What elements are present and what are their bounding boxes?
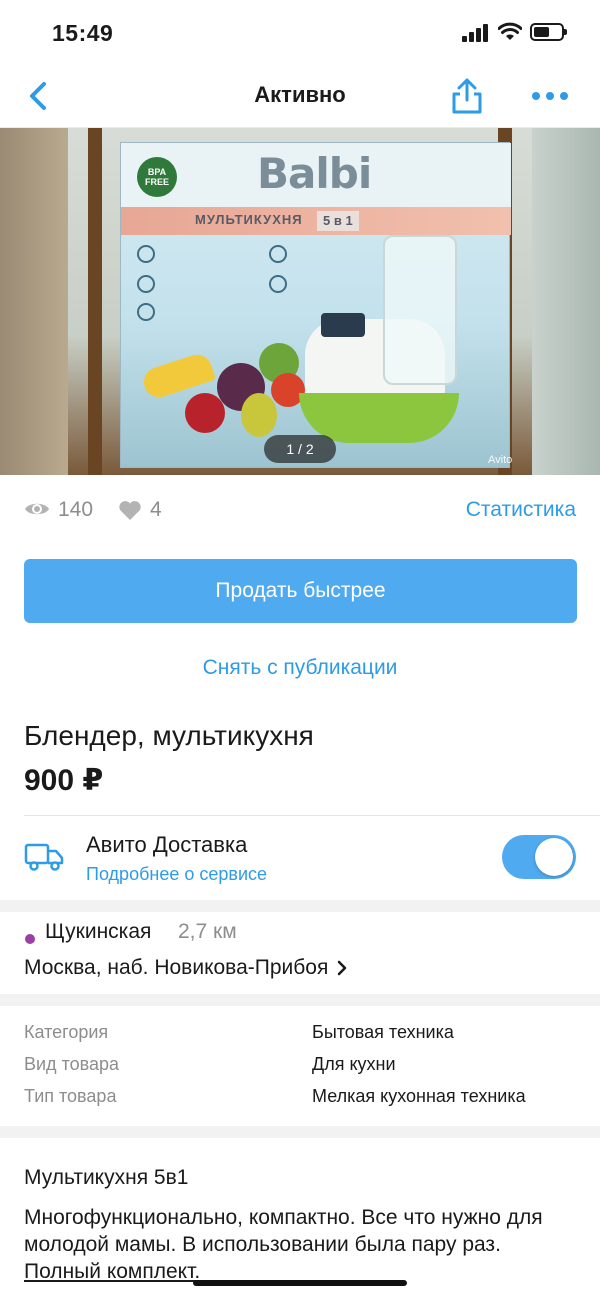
product-photo: BPA FREE Balbi МУЛЬТИКУХНЯ 5 в 1: [68, 128, 532, 475]
section-separator: [0, 994, 600, 1006]
address-text: Москва, наб. Новикова-Прибоя: [24, 956, 329, 979]
gallery-prev-photo: [0, 128, 68, 475]
description-section: Мультикухня 5в1 Многофункционально, комп…: [0, 1138, 600, 1298]
statistics-link[interactable]: Статистика: [466, 498, 576, 522]
param-row: Тип товара Мелкая кухонная техника: [0, 1080, 600, 1112]
gallery-counter: 1 / 2: [264, 435, 336, 463]
bpa-badge: BPA FREE: [137, 157, 177, 197]
item-title: Блендер, мультикухня: [24, 720, 314, 751]
section-separator: [0, 1126, 600, 1138]
param-row: Вид товара Для кухни: [0, 1048, 600, 1080]
product-box-image: BPA FREE Balbi МУЛЬТИКУХНЯ 5 в 1: [120, 142, 511, 468]
more-icon[interactable]: [530, 90, 570, 102]
gallery-next-photo: [532, 128, 600, 475]
param-value: Бытовая техника: [312, 1022, 454, 1042]
delivery-toggle[interactable]: [502, 835, 576, 879]
chevron-right-icon: [338, 960, 347, 976]
delivery-info-link[interactable]: Подробнее о сервисе: [86, 864, 267, 885]
unpublish-link[interactable]: Снять с публикации: [0, 656, 600, 680]
page-title: Активно: [254, 82, 346, 107]
battery-icon: [530, 23, 567, 41]
param-value: Для кухни: [312, 1054, 396, 1074]
wifi-icon: [498, 22, 522, 40]
stats-row: 140 4 Статистика: [0, 490, 600, 530]
share-icon[interactable]: [448, 76, 486, 116]
favorites-count: 4: [150, 498, 162, 521]
param-label: Вид товара: [24, 1054, 120, 1074]
nav-bar: Активно: [0, 64, 600, 128]
param-label: Тип товара: [24, 1086, 117, 1106]
delivery-title: Авито Доставка: [86, 832, 248, 857]
param-row: Категория Бытовая техника: [0, 1016, 600, 1048]
address-link[interactable]: Москва, наб. Новикова-Прибоя: [24, 956, 348, 980]
metro-line-dot: [25, 934, 35, 944]
status-bar: 15:49: [0, 0, 600, 64]
location-section: Щукинская 2,7 км Москва, наб. Новикова-П…: [0, 912, 600, 994]
description-body: Многофункционально, компактно. Все что н…: [24, 1204, 564, 1285]
heart-icon: [119, 501, 141, 520]
eye-icon: [25, 503, 49, 515]
section-separator: [0, 900, 600, 912]
item-price: 900 ₽: [24, 764, 104, 797]
params-table: Категория Бытовая техника Вид товара Для…: [0, 1006, 600, 1126]
param-label: Категория: [24, 1022, 109, 1042]
avito-watermark: Avito: [488, 454, 513, 466]
description-text: Многофункционально, компактно. Все что н…: [24, 1206, 543, 1256]
metro-distance: 2,7 км: [178, 920, 237, 943]
delivery-section: Авито Доставка Подробнее о сервисе: [0, 816, 600, 900]
param-value: Мелкая кухонная техника: [312, 1086, 526, 1106]
status-time: 15:49: [52, 20, 114, 46]
description-text-underlined: Полный комплект.: [24, 1260, 201, 1283]
toggle-knob: [535, 838, 573, 876]
box-banner-tag: 5 в 1: [317, 211, 359, 231]
box-banner-text: МУЛЬТИКУХНЯ: [195, 212, 303, 227]
truck-icon: [24, 843, 64, 871]
sell-faster-button[interactable]: Продать быстрее: [24, 559, 577, 623]
photo-gallery[interactable]: BPA FREE Balbi МУЛЬТИКУХНЯ 5 в 1 1 / 2 A…: [0, 128, 600, 475]
brand-logo: Balbi: [257, 149, 372, 198]
views-count: 140: [58, 498, 94, 521]
description-title: Мультикухня 5в1: [24, 1166, 189, 1189]
home-indicator[interactable]: [193, 1280, 407, 1286]
signal-icon: [462, 24, 490, 42]
metro-station: Щукинская: [45, 920, 152, 943]
